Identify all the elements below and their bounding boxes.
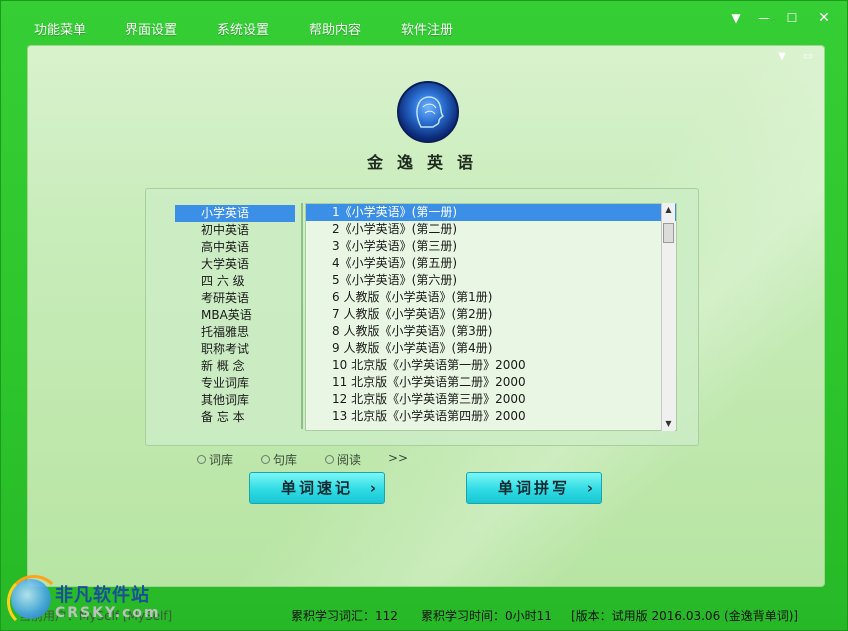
panel-collapse-icon[interactable]: ▼ xyxy=(775,51,789,63)
word-spell-label: 单词拼写 xyxy=(497,479,570,497)
category-item[interactable]: 高中英语 xyxy=(175,239,295,256)
word-spell-button[interactable]: 单词拼写 › xyxy=(466,472,602,504)
menu-system-settings[interactable]: 系统设置 xyxy=(217,19,269,38)
menu-help[interactable]: 帮助内容 xyxy=(309,19,361,38)
mode-yuedu[interactable]: 阅读 xyxy=(325,451,361,467)
head-logo-icon xyxy=(397,81,459,143)
category-item[interactable]: 考研英语 xyxy=(175,290,295,307)
app-window: 功能菜单 界面设置 系统设置 帮助内容 软件注册 ▼ — ☐ ✕ ▼ ▭ 金逸英… xyxy=(0,0,848,631)
window-menu-icon[interactable]: ▼ xyxy=(725,9,747,27)
watermark-logo: 非凡软件站 CRSKY.com xyxy=(5,573,165,629)
book-item[interactable]: 12 北京版《小学英语第三册》2000 xyxy=(306,391,676,408)
book-item[interactable]: 4《小学英语》(第五册) xyxy=(306,255,676,272)
watermark-line2: CRSKY.com xyxy=(55,605,161,621)
book-item[interactable]: 3《小学英语》(第三册) xyxy=(306,238,676,255)
category-item[interactable]: 其他词库 xyxy=(175,392,295,409)
chevron-right-icon: › xyxy=(369,479,376,497)
app-title: 金逸英语 xyxy=(366,153,487,172)
category-list: 小学英语 初中英语 高中英语 大学英语四 六 级考研英语 MBA英语 托福雅思 职称考试新 … xyxy=(175,205,295,426)
mode-ciku-label: 词库 xyxy=(209,453,234,467)
mode-ciku[interactable]: 词库 xyxy=(197,451,233,467)
scroll-up-icon[interactable]: ▲ xyxy=(662,203,675,217)
category-item[interactable]: 初中英语 xyxy=(175,222,295,239)
mode-juku-label: 句库 xyxy=(273,453,298,467)
main-panel: ▼ ▭ 金逸英语 小学英语 初中英语 高中英语 大学英语四 六 级考研英语 MBA英语托… xyxy=(27,45,825,587)
mode-more-link[interactable]: >> xyxy=(388,451,408,467)
menu-register[interactable]: 软件注册 xyxy=(401,19,453,38)
list-divider xyxy=(301,203,303,429)
watermark-line1: 非凡软件站 xyxy=(55,585,150,606)
category-item[interactable]: 四 六 级 xyxy=(175,273,295,290)
book-list: 1《小学英语》(第一册) 2《小学英语》(第二册) 3《小学英语》(第三册) 4《小学… xyxy=(305,203,677,431)
book-item[interactable]: 11 北京版《小学英语第二册》2000 xyxy=(306,374,676,391)
status-version: [版本：试用版 2016.03.06 (金逸背单词)] xyxy=(571,609,799,623)
word-memory-label: 单词速记 xyxy=(280,479,353,497)
panel-restore-icon[interactable]: ▭ xyxy=(801,51,815,63)
radio-icon xyxy=(325,455,334,464)
mode-yuedu-label: 阅读 xyxy=(337,453,362,467)
scroll-thumb[interactable] xyxy=(663,223,674,243)
status-time: 累积学习时间：0小时11 xyxy=(421,609,552,623)
maximize-icon[interactable]: ☐ xyxy=(781,9,803,27)
close-icon[interactable]: ✕ xyxy=(813,9,835,27)
book-list-scrollbar[interactable]: ▲ ▼ xyxy=(661,203,675,431)
book-item[interactable]: 7 人教版《小学英语》(第2册) xyxy=(306,306,676,323)
category-item[interactable]: 备 忘 本 xyxy=(175,409,295,426)
radio-icon xyxy=(261,455,270,464)
menu-interface-settings[interactable]: 界面设置 xyxy=(125,19,177,38)
category-item[interactable]: 专业词库 xyxy=(175,375,295,392)
menu-bar: 功能菜单 界面设置 系统设置 帮助内容 软件注册 xyxy=(1,13,701,43)
book-item[interactable]: 8 人教版《小学英语》(第3册) xyxy=(306,323,676,340)
radio-icon xyxy=(197,455,206,464)
book-item[interactable]: 6 人教版《小学英语》(第1册) xyxy=(306,289,676,306)
minimize-icon[interactable]: — xyxy=(753,9,775,27)
book-item[interactable]: 5《小学英语》(第六册) xyxy=(306,272,676,289)
scroll-down-icon[interactable]: ▼ xyxy=(662,417,675,431)
category-item[interactable]: 小学英语 xyxy=(175,205,295,222)
category-item[interactable]: MBA英语 xyxy=(175,307,295,324)
status-words: 累积学习词汇：112 xyxy=(291,609,398,623)
word-memory-button[interactable]: 单词速记 › xyxy=(249,472,385,504)
category-item[interactable]: 职称考试 xyxy=(175,341,295,358)
mode-juku[interactable]: 句库 xyxy=(261,451,297,467)
book-item[interactable]: 10 北京版《小学英语第一册》2000 xyxy=(306,357,676,374)
category-item[interactable]: 新 概 念 xyxy=(175,358,295,375)
book-item[interactable]: 13 北京版《小学英语第四册》2000 xyxy=(306,408,676,425)
book-item[interactable]: 9 人教版《小学英语》(第4册) xyxy=(306,340,676,357)
book-item[interactable]: 1《小学英语》(第一册) xyxy=(306,204,676,221)
menu-function[interactable]: 功能菜单 xyxy=(34,19,86,38)
category-item[interactable]: 托福雅思 xyxy=(175,324,295,341)
book-item[interactable]: 2《小学英语》(第二册) xyxy=(306,221,676,238)
chevron-right-icon: › xyxy=(586,479,593,497)
category-item[interactable]: 大学英语 xyxy=(175,256,295,273)
watermark-arc-icon xyxy=(7,575,61,629)
